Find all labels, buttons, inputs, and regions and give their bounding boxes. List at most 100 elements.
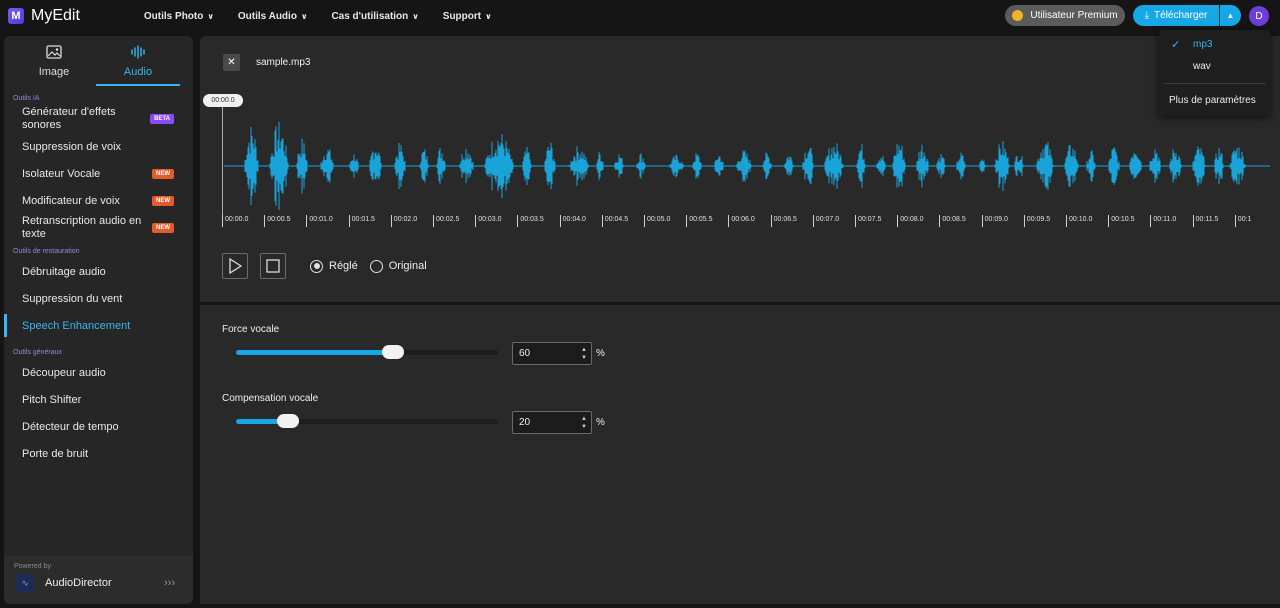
sidebar-item-modificateur-voix[interactable]: Modificateur de voix NEW [4, 187, 193, 214]
timeline-tick: 00:02.0 [390, 215, 417, 227]
audiodirector-name: AudioDirector [45, 577, 112, 589]
waveform-editor: ✕ sample.mp3 00:00.0 00:00.0 00:00.5 00:01… [200, 36, 1280, 302]
radio-regle[interactable]: Réglé [310, 259, 358, 273]
timeline-tick: 00:03.5 [517, 215, 544, 227]
more-settings-option[interactable]: Plus de paramètres [1169, 95, 1256, 106]
audio-waveform[interactable] [224, 116, 1270, 216]
powered-by-panel[interactable]: Powered by ∿ AudioDirector ››› [4, 556, 193, 604]
logo[interactable]: M MyEdit [8, 7, 80, 25]
play-button[interactable] [222, 253, 248, 279]
premium-user-button[interactable]: Utilisateur Premium [1005, 5, 1125, 26]
sidebar-item-label: Porte de bruit [22, 447, 89, 460]
nav-outils-audio[interactable]: Outils Audio ∨ [238, 11, 308, 22]
chevron-up-icon: ▲ [1226, 11, 1235, 20]
voice-strength-input[interactable]: 60 ▲ ▼ [512, 342, 592, 365]
timeline-tick: 00:05.5 [686, 215, 713, 227]
timeline-tick: 00:07.5 [855, 215, 881, 227]
sidebar-item-isolateur-vocale[interactable]: Isolateur Vocale NEW [4, 160, 193, 187]
sidebar-item-decoupeur[interactable]: Découpeur audio [4, 359, 193, 386]
stop-icon [266, 259, 280, 273]
download-icon: ⤓ [1144, 10, 1150, 21]
slider-handle[interactable] [277, 414, 300, 428]
timeline-tick: 00:07.0 [812, 215, 839, 227]
main-nav: Outils Photo ∨ Outils Audio ∨ Cas d'utilis… [144, 11, 516, 22]
sidebar-item-label: Pitch Shifter [22, 393, 82, 406]
sidebar-item-label: Découpeur audio [22, 366, 106, 379]
timeline-tick: 00:05.0 [644, 215, 670, 227]
timeline-tick: 00:06.5 [770, 215, 797, 227]
sidebar-item-pitch-shifter[interactable]: Pitch Shifter [4, 386, 193, 413]
nav-outils-photo[interactable]: Outils Photo ∨ [144, 11, 214, 22]
download-button[interactable]: ⤓ Télécharger [1133, 5, 1219, 26]
radio-indicator [310, 259, 323, 273]
tab-label: Audio [123, 66, 153, 78]
radio-original[interactable]: Original [369, 259, 427, 273]
voice-compensation-input[interactable]: 20 ▲ ▼ [512, 411, 592, 434]
tab-audio[interactable]: Audio [96, 36, 180, 86]
nav-label: Outils Photo [143, 10, 204, 22]
timeline-tick: 00:03.0 [475, 215, 502, 227]
voice-strength-label: Force vocale [222, 324, 280, 335]
sidebar-item-retranscription[interactable]: Retranscription audio en texte NEW [4, 214, 193, 242]
slider-handle[interactable] [382, 345, 405, 359]
section-label-outils-generaux: Outils généraux [13, 349, 63, 356]
sidebar-item-label: Speech Enhancement [22, 319, 131, 332]
sidebar-item-suppression-vent[interactable]: Suppression du vent [4, 285, 193, 312]
timeline-tick: 00:09.5 [1023, 215, 1050, 227]
chevrons-right-icon: ››› [164, 577, 175, 589]
stop-button[interactable] [260, 253, 286, 279]
file-name: sample.mp3 [256, 57, 311, 68]
sidebar-item-label: Détecteur de tempo [22, 420, 119, 433]
sidebar-item-speech-enhancement[interactable]: Speech Enhancement [4, 312, 193, 339]
chevron-down-icon: ∨ [412, 11, 419, 21]
settings-panel: Force vocale 60 ▲ ▼ % Compensation vocale… [200, 305, 1280, 604]
sidebar-item-debruitage[interactable]: Débruitage audio [4, 258, 193, 285]
avatar[interactable]: D [1249, 6, 1269, 26]
sidebar-item-porte-bruit[interactable]: Porte de bruit [4, 440, 193, 467]
play-icon [229, 258, 242, 274]
chevron-down-icon: ∨ [207, 11, 214, 21]
new-badge: NEW [152, 168, 174, 179]
timeline-tick: 00:00.0 [222, 215, 248, 227]
section-label-outils-ia: Outils IA [13, 95, 40, 102]
timeline-tick: 00:1 [1234, 215, 1251, 227]
sidebar-item-detecteur-tempo[interactable]: Détecteur de tempo [4, 413, 193, 440]
nav-label: Support [442, 10, 482, 22]
download-options-toggle[interactable]: ▲ [1220, 5, 1241, 26]
timeline-tick: 00:11.0 [1150, 215, 1176, 227]
sidebar-item-generateur-effets[interactable]: Générateur d'effets sonores BETA [4, 105, 193, 133]
playback-controls: Réglé Original [222, 253, 427, 279]
myedit-logo-icon: M [8, 8, 24, 24]
chevron-down-icon: ∨ [485, 11, 492, 21]
voice-strength-slider[interactable] [236, 345, 498, 359]
playhead-line[interactable] [222, 107, 223, 227]
format-option-mp3[interactable]: mp3 [1193, 39, 1212, 50]
nav-cas-utilisation[interactable]: Cas d'utilisation ∨ [331, 11, 418, 22]
sidebar-item-label: Suppression du vent [22, 292, 123, 305]
top-bar: M MyEdit Outils Photo ∨ Outils Audio ∨ Cas… [0, 0, 1280, 32]
nav-label: Outils Audio [237, 10, 297, 22]
playhead-time[interactable]: 00:00.0 [203, 94, 243, 107]
timeline-tick: 00:01.0 [306, 215, 333, 227]
timeline-tick: 00:04.0 [559, 215, 586, 227]
spinner-arrows-icon[interactable]: ▲ ▼ [581, 415, 587, 431]
new-badge: NEW [152, 223, 174, 233]
format-option-wav[interactable]: wav [1193, 61, 1211, 72]
mode-tabs: Image Audio [4, 36, 193, 86]
new-badge: NEW [152, 195, 174, 206]
sidebar-item-suppression-voix[interactable]: Suppression de voix [4, 133, 193, 160]
slider-fill [236, 350, 394, 355]
image-icon [12, 45, 96, 60]
tab-image[interactable]: Image [12, 36, 96, 86]
close-icon: ✕ [227, 57, 236, 68]
sidebar-item-label: Débruitage audio [22, 265, 106, 278]
sidebar: Image Audio Outils IA Générateur d'effet… [4, 36, 193, 604]
nav-support[interactable]: Support ∨ [443, 11, 492, 22]
close-file-button[interactable]: ✕ [223, 54, 240, 71]
sidebar-item-label: Générateur d'effets sonores [22, 106, 116, 131]
timeline-tick: 00:08.0 [897, 215, 924, 227]
voice-compensation-slider[interactable] [236, 414, 498, 428]
timeline-tick: 00:00.5 [264, 215, 291, 227]
section-label-outils-restauration: Outils de restauration [13, 248, 80, 255]
spinner-arrows-icon[interactable]: ▲ ▼ [581, 346, 587, 362]
